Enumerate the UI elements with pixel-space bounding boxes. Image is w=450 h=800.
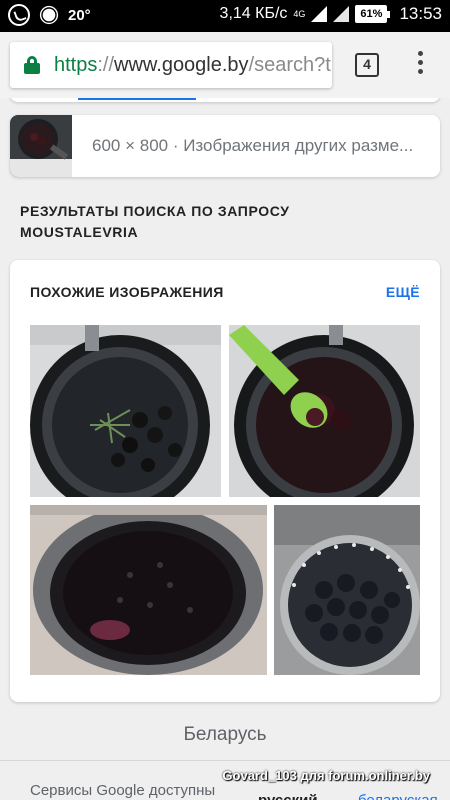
url-scheme: https <box>54 54 98 76</box>
similar-image-stirring-berries-spatula[interactable] <box>229 325 420 497</box>
query-image-thumbnail[interactable] <box>10 115 72 177</box>
address-bar[interactable]: https://www.google.by/search?tbs <box>10 42 332 88</box>
search-tabs-card <box>10 98 440 102</box>
watermark: Govard_103 для forum.onliner.by <box>222 768 430 783</box>
footer-divider <box>0 760 450 761</box>
signal-icon <box>333 6 350 22</box>
footer-country: Беларусь <box>183 724 267 745</box>
footer-language-link[interactable]: беларуская <box>358 792 438 800</box>
url-path: /search?tbs <box>248 54 332 76</box>
battery-icon: 61% <box>355 5 391 23</box>
overflow-menu-icon[interactable] <box>412 51 428 79</box>
signal-icon <box>311 6 328 22</box>
clock: 13:53 <box>399 4 442 23</box>
network-speed: 3,14 КБ/с <box>219 5 288 22</box>
url-separator: :// <box>97 54 115 76</box>
page-content: 600 × 800 · Изображения других разме... … <box>0 98 450 800</box>
weather-sun-icon <box>42 8 56 22</box>
more-images-link[interactable]: ЕЩЁ <box>386 284 420 300</box>
footer-services-text: Сервисы Google доступны <box>30 782 216 799</box>
active-tab-indicator <box>78 98 196 100</box>
similar-images-title: ПОХОЖИЕ ИЗОБРАЖЕНИЯ <box>30 284 224 300</box>
tab-switcher-button[interactable]: 4 <box>355 53 379 77</box>
image-size-card[interactable]: 600 × 800 · Изображения других разме... <box>10 115 440 177</box>
url-text[interactable]: https://www.google.by/search?tbs <box>54 54 332 77</box>
lock-icon <box>24 56 40 74</box>
status-bar: 20° 3,14 КБ/с 4G 61% 13:53 <box>0 0 450 32</box>
similar-image-blackberries-in-colander[interactable] <box>274 505 420 675</box>
temperature: 20° <box>68 6 91 24</box>
image-size-text[interactable]: 600 × 800 · Изображения других разме... <box>92 136 422 156</box>
similar-image-boiling-syrup-pot[interactable] <box>30 505 267 675</box>
similar-images-card: ПОХОЖИЕ ИЗОБРАЖЕНИЯ ЕЩЁ <box>10 260 440 702</box>
results-heading: РЕЗУЛЬТАТЫ ПОИСКА ПО ЗАПРОСУ MOUSTALEVRI… <box>20 203 290 240</box>
url-host: www.google.by <box>114 54 249 76</box>
viber-icon <box>8 4 30 26</box>
similar-image-blackberries-in-pot[interactable] <box>30 325 221 497</box>
network-type: 4G <box>293 8 306 19</box>
footer-language-current: русский <box>258 792 318 800</box>
browser-toolbar: https://www.google.by/search?tbs 4 <box>0 32 450 98</box>
